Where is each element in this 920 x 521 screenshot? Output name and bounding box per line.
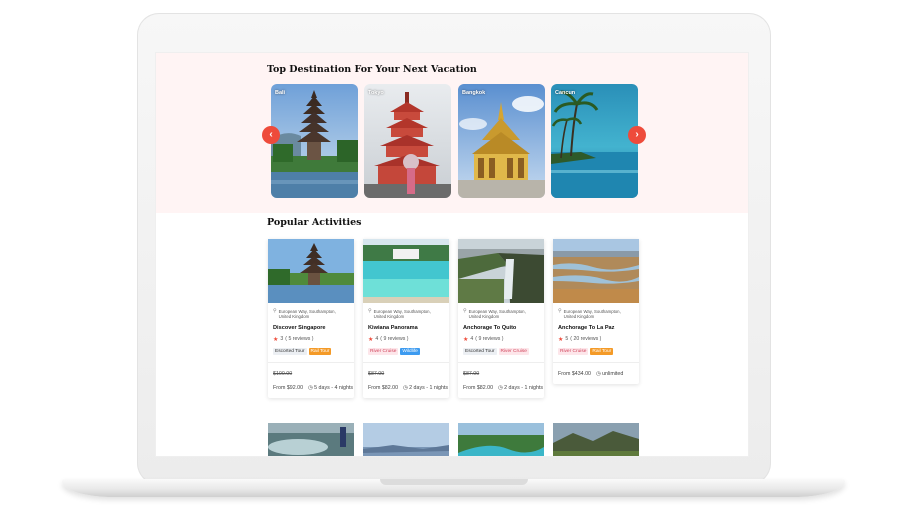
cancun-beach-image — [551, 84, 638, 198]
top-destinations-title: Top Destination For Your Next Vacation — [267, 64, 477, 75]
activity-tags: Escorted Tour River Cruise — [463, 347, 539, 355]
activity-footer: $100.00 From $92.00 ◷ 5 days - 4 nights — [268, 361, 354, 398]
price: From $434.00 — [558, 370, 591, 377]
map-pin-icon: ⚲ — [273, 308, 277, 314]
tag-badge[interactable]: Escorted Tour — [463, 347, 497, 355]
activity-rating: ★ 5 ( 20 reviews ) — [558, 336, 602, 343]
activity-tags: Escorted Tour Rail Tour — [273, 347, 349, 355]
tag-badge[interactable]: River Cruise — [368, 347, 399, 355]
carousel-next-button[interactable]: › — [628, 126, 646, 144]
tag-badge[interactable]: River Cruise — [498, 347, 529, 355]
bali-temple-image — [271, 84, 358, 198]
price: From $82.00 — [463, 384, 494, 391]
activity-card-image[interactable] — [553, 423, 639, 456]
activity-location: ⚲ European Way, Southampton, United King… — [368, 308, 431, 320]
clock-icon: ◷ — [403, 384, 408, 391]
destination-card-bangkok[interactable]: Bangkok — [458, 84, 545, 198]
old-price: $87.00 — [463, 370, 480, 377]
star-icon: ★ — [463, 336, 469, 343]
destination-name: Cancun — [555, 90, 576, 96]
activity-footer: From $434.00 ◷ unlimited — [553, 361, 639, 384]
activity-card-image[interactable] — [363, 423, 449, 456]
activity-tags: River Cruise Rail Tour — [558, 347, 634, 355]
tag-badge[interactable]: Wildlife — [400, 347, 420, 355]
activity-card[interactable]: ⚲ European Way, Southampton, United King… — [268, 239, 354, 398]
destination-name: Bangkok — [462, 90, 486, 96]
activity-card-image[interactable] — [458, 423, 544, 456]
price: From $82.00 — [368, 384, 399, 391]
chevron-left-icon: ‹ — [269, 129, 273, 140]
activity-image — [458, 239, 544, 303]
destination-card-bali[interactable]: Bali — [271, 84, 358, 198]
chevron-right-icon: › — [635, 129, 639, 140]
activity-rating: ★ 4 ( 9 reviews ) — [368, 336, 409, 343]
activity-card[interactable]: ⚲ European Way, Southampton, United King… — [553, 239, 639, 384]
star-icon: ★ — [273, 336, 279, 343]
activity-image — [363, 239, 449, 303]
activity-location: ⚲ European Way, Southampton, United King… — [558, 308, 621, 320]
map-pin-icon: ⚲ — [558, 308, 562, 314]
clock-icon: ◷ — [498, 384, 503, 391]
clock-icon: ◷ — [595, 370, 601, 377]
clock-icon: ◷ — [308, 384, 313, 391]
carousel-prev-button[interactable]: ‹ — [262, 126, 280, 144]
activity-location: ⚲ European Way, Southampton, United King… — [273, 308, 336, 320]
duration: ◷ unlimited — [595, 370, 624, 377]
activity-image — [268, 239, 354, 303]
popular-activities-title: Popular Activities — [267, 217, 362, 228]
laptop-screen: Top Destination For Your Next Vacation B… — [155, 52, 749, 457]
activity-title[interactable]: Kiwiana Panorama — [368, 325, 444, 331]
star-icon: ★ — [368, 336, 374, 343]
tag-badge[interactable]: Rail Tour — [308, 347, 332, 355]
destination-card-cancun[interactable]: Cancun — [551, 84, 638, 198]
destination-name: Bali — [275, 90, 286, 96]
tokyo-pagoda-image — [364, 84, 451, 198]
old-price: $100.00 — [273, 370, 293, 377]
activity-image — [553, 239, 639, 303]
duration: ◷ 2 days - 1 nights — [403, 384, 449, 391]
tag-badge[interactable]: Rail Tour — [590, 347, 614, 355]
star-icon: ★ — [558, 336, 564, 343]
activity-tags: River Cruise Wildlife — [368, 347, 444, 355]
tag-badge[interactable]: River Cruise — [558, 347, 589, 355]
activity-rating: ★ 3 ( 5 reviews ) — [273, 336, 314, 343]
top-destinations-section: Top Destination For Your Next Vacation B… — [156, 53, 748, 213]
duration: ◷ 2 days - 1 nights — [498, 384, 544, 391]
price: From $92.00 — [273, 384, 304, 391]
activity-title[interactable]: Anchorage To Quito — [463, 325, 539, 331]
activity-rating: ★ 4 ( 9 reviews ) — [463, 336, 504, 343]
old-price: $87.00 — [368, 370, 385, 377]
activity-location: ⚲ European Way, Southampton, United King… — [463, 308, 526, 320]
map-pin-icon: ⚲ — [463, 308, 467, 314]
activity-footer: $87.00 From $82.00 ◷ 2 days - 1 nights — [458, 361, 544, 398]
activity-card-image[interactable] — [268, 423, 354, 456]
map-pin-icon: ⚲ — [368, 308, 372, 314]
duration: ◷ 5 days - 4 nights — [308, 384, 354, 391]
activity-title[interactable]: Anchorage To La Paz — [558, 325, 634, 331]
activity-footer: $87.00 From $82.00 ◷ 2 days - 1 nights — [363, 361, 449, 398]
activity-card[interactable]: ⚲ European Way, Southampton, United King… — [363, 239, 449, 398]
tag-badge[interactable]: Escorted Tour — [273, 347, 307, 355]
destination-card-tokyo[interactable]: Tokyo — [364, 84, 451, 198]
bangkok-temple-image — [458, 84, 545, 198]
activity-title[interactable]: Discover Singapore — [273, 325, 349, 331]
activity-card[interactable]: ⚲ European Way, Southampton, United King… — [458, 239, 544, 398]
laptop-notch — [380, 479, 528, 485]
destination-name: Tokyo — [368, 90, 384, 96]
